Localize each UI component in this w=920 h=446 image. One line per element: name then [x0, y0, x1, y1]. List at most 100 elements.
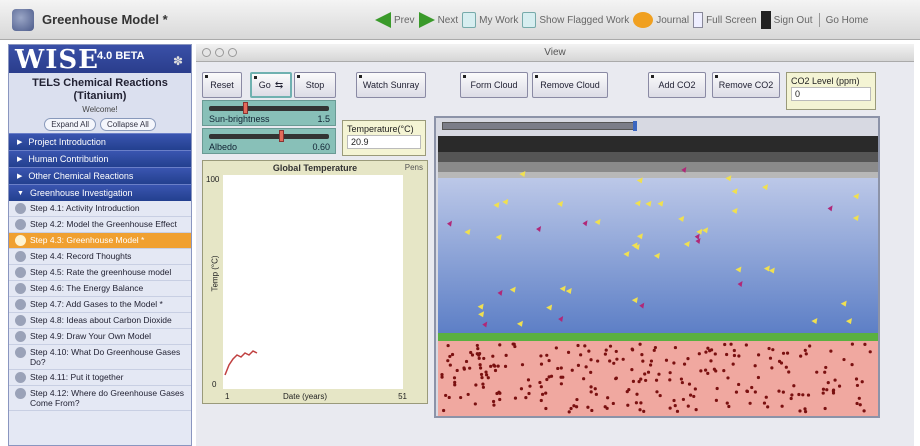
reset-button[interactable]: Reset	[202, 72, 242, 98]
sign-out-label: Sign Out	[773, 14, 813, 26]
energy-dot	[615, 357, 619, 361]
journal-button[interactable]: Journal	[633, 12, 689, 28]
step-item[interactable]: Step 4.8: Ideas about Carbon Dioxide	[9, 313, 191, 329]
project-icon	[12, 9, 34, 31]
energy-dot	[604, 348, 608, 352]
speed-slider[interactable]	[442, 121, 637, 131]
step-item[interactable]: Step 4.1: Activity Introduction	[9, 201, 191, 217]
step-item[interactable]: Step 4.11: Put it together	[9, 370, 191, 386]
form-cloud-button[interactable]: Form Cloud	[460, 72, 528, 98]
my-work-button[interactable]: My Work	[462, 12, 518, 28]
step-item[interactable]: Step 4.7: Add Gases to the Model *	[9, 297, 191, 313]
x-axis-min: 1	[225, 392, 230, 401]
activity-item[interactable]: ▶ Human Contribution	[9, 150, 191, 167]
energy-dot	[513, 396, 518, 400]
step-status-icon	[15, 267, 26, 278]
energy-dot	[672, 398, 676, 403]
step-item[interactable]: Step 4.9: Draw Your Own Model	[9, 329, 191, 345]
energy-dot	[673, 345, 678, 350]
expand-all-button[interactable]: Expand All	[44, 118, 96, 131]
temperature-label: Temperature(°C)	[347, 124, 414, 134]
energy-dot	[784, 365, 788, 369]
step-label: Step 4.10: What Do Greenhouse Gases Do?	[30, 347, 181, 367]
energy-dot	[640, 353, 644, 357]
step-item[interactable]: Step 4.12: Where do Greenhouse Gases Com…	[9, 386, 191, 411]
sun-brightness-slider[interactable]: Sun-brightness 1.5	[202, 100, 336, 126]
energy-dot	[642, 409, 646, 413]
energy-dot	[862, 409, 866, 413]
energy-dot	[576, 343, 580, 348]
activity-item[interactable]: ▶ Project Introduction	[9, 133, 191, 150]
full-screen-button[interactable]: Full Screen	[693, 12, 757, 28]
remove-cloud-button[interactable]: Remove Cloud	[532, 72, 608, 98]
collapse-all-button[interactable]: Collapse All	[100, 118, 156, 131]
step-item[interactable]: Step 4.4: Record Thoughts	[9, 249, 191, 265]
pens-toggle[interactable]: Pens	[405, 163, 423, 172]
energy-dot	[539, 398, 543, 403]
energy-dot	[790, 393, 794, 397]
step-item[interactable]: Step 4.2: Model the Greenhouse Effect	[9, 217, 191, 233]
watch-sunray-label: Watch Sunray	[362, 80, 420, 90]
energy-dot	[614, 349, 618, 354]
energy-dot	[803, 410, 808, 414]
energy-dot	[673, 404, 677, 408]
energy-dot	[590, 408, 594, 413]
activity-item[interactable]: ▼ Greenhouse Investigation	[9, 184, 191, 201]
energy-dot	[496, 364, 500, 368]
energy-dot	[649, 359, 654, 363]
add-co2-button[interactable]: Add CO2	[648, 72, 706, 98]
energy-dot	[722, 369, 726, 373]
step-status-icon	[15, 331, 26, 342]
slider-thumb[interactable]	[243, 102, 248, 114]
next-button[interactable]: Next	[418, 12, 458, 28]
step-status-icon	[15, 251, 26, 262]
albedo-slider[interactable]: Albedo 0.60	[202, 128, 336, 154]
speed-slider-thumb[interactable]	[633, 121, 637, 131]
energy-dot	[635, 392, 639, 396]
loop-icon: ⇆	[274, 79, 284, 91]
simulation-world[interactable]	[434, 116, 880, 418]
energy-dot	[503, 364, 508, 368]
slider-thumb[interactable]	[279, 130, 284, 142]
energy-dot	[753, 364, 757, 368]
step-item-current[interactable]: Step 4.3: Greenhouse Model *	[9, 233, 191, 249]
step-label: Step 4.5: Rate the greenhouse model	[30, 267, 172, 277]
step-item[interactable]: Step 4.6: The Energy Balance	[9, 281, 191, 297]
activity-item[interactable]: ▶ Other Chemical Reactions	[9, 167, 191, 184]
energy-dot	[611, 401, 615, 406]
step-list: Step 4.1: Activity Introduction Step 4.2:…	[9, 201, 191, 411]
go-button[interactable]: Go ⇆	[250, 72, 292, 98]
energy-dot	[539, 362, 544, 366]
energy-dot	[679, 377, 683, 381]
energy-dot	[630, 368, 634, 372]
energy-dot	[464, 359, 469, 364]
step-item[interactable]: Step 4.5: Rate the greenhouse model	[9, 265, 191, 281]
show-flagged-work-button[interactable]: Show Flagged Work	[522, 12, 629, 28]
watch-sunray-button[interactable]: Watch Sunray	[356, 72, 426, 98]
energy-dot	[854, 377, 859, 381]
energy-dot	[693, 387, 697, 391]
activity-label: Greenhouse Investigation	[29, 188, 133, 198]
remove-co2-button[interactable]: Remove CO2	[712, 72, 780, 98]
energy-dot	[479, 372, 484, 377]
upper-atmosphere-layer	[438, 152, 878, 162]
energy-dot	[737, 382, 741, 387]
go-home-button[interactable]: Go Home	[826, 15, 869, 26]
stop-button[interactable]: Stop	[294, 72, 336, 98]
view-title: View	[544, 47, 566, 58]
step-label: Step 4.7: Add Gases to the Model *	[30, 299, 163, 309]
energy-dot	[554, 346, 558, 350]
full-screen-icon	[693, 12, 704, 28]
document-icon	[462, 12, 477, 28]
energy-dot	[745, 389, 749, 393]
energy-dot	[753, 390, 757, 394]
step-item[interactable]: Step 4.10: What Do Greenhouse Gases Do?	[9, 345, 191, 370]
prev-button[interactable]: Prev	[375, 12, 415, 28]
project-info: TELS Chemical Reactions (Titanium) Welco…	[9, 73, 191, 133]
energy-dot	[658, 393, 662, 398]
energy-dot	[547, 358, 551, 363]
sign-out-button[interactable]: Sign Out	[760, 11, 813, 29]
step-label: Step 4.2: Model the Greenhouse Effect	[30, 219, 177, 229]
settings-icon[interactable]: ✽	[173, 54, 183, 68]
energy-dot	[680, 380, 684, 385]
